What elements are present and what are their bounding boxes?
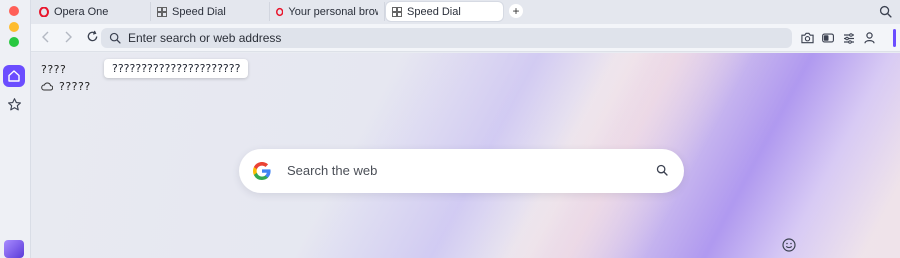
- opera-icon: [276, 7, 284, 16]
- close-window-button[interactable]: [9, 6, 19, 16]
- speed-dial-icon: [157, 6, 167, 17]
- tab-label: Speed Dial: [172, 5, 226, 18]
- missing-glyph-text: ????: [41, 63, 67, 76]
- home-icon[interactable]: [3, 65, 25, 87]
- sidebar-panel-indicator[interactable]: [893, 29, 896, 47]
- forward-icon[interactable]: [63, 31, 73, 46]
- google-logo-icon: [253, 162, 271, 180]
- camera-icon[interactable]: [800, 31, 814, 45]
- sidebar: [0, 0, 31, 258]
- tab-personal-browser[interactable]: Your personal browser in: [270, 2, 385, 21]
- missing-glyph-text: ?????: [59, 80, 91, 93]
- address-bar[interactable]: [101, 28, 792, 48]
- back-icon[interactable]: [41, 31, 51, 46]
- app-launcher-icon[interactable]: [4, 240, 24, 258]
- cloud-icon: [41, 82, 53, 91]
- opera-icon: [39, 6, 49, 17]
- smiley-icon[interactable]: [782, 238, 796, 255]
- tooltip: ??????????????????????: [104, 59, 249, 78]
- web-search-box[interactable]: Search the web: [239, 149, 684, 193]
- search-icon[interactable]: [656, 164, 668, 179]
- new-tab-button[interactable]: +: [509, 4, 523, 18]
- easy-setup-icon[interactable]: [842, 31, 856, 45]
- tab-label: Your personal browser in: [288, 5, 378, 18]
- reload-icon[interactable]: [86, 30, 99, 46]
- tab-bar: Opera One Speed Dial Your personal brows…: [31, 0, 900, 24]
- address-input[interactable]: [128, 31, 728, 45]
- tab-label: Speed Dial: [407, 5, 461, 18]
- battery-saver-icon[interactable]: [821, 31, 835, 45]
- tab-speed-dial-active[interactable]: Speed Dial: [386, 2, 503, 21]
- star-icon[interactable]: [3, 93, 25, 115]
- toolbar: [31, 24, 900, 52]
- search-placeholder[interactable]: Search the web: [287, 163, 377, 178]
- search-tabs-icon[interactable]: [879, 5, 892, 21]
- tab-label: Opera One: [54, 5, 109, 18]
- profile-icon[interactable]: [862, 31, 876, 45]
- tab-speed-dial[interactable]: Speed Dial: [151, 2, 270, 21]
- maximize-window-button[interactable]: [9, 37, 19, 47]
- minimize-window-button[interactable]: [9, 22, 19, 32]
- search-icon: [109, 32, 121, 44]
- speed-dial-icon: [392, 6, 402, 17]
- speed-dial-page: ???? ?????????????????????? ????? Search…: [31, 53, 900, 258]
- tab-opera-one[interactable]: Opera One: [33, 2, 151, 21]
- weather-row: ?????: [41, 80, 91, 93]
